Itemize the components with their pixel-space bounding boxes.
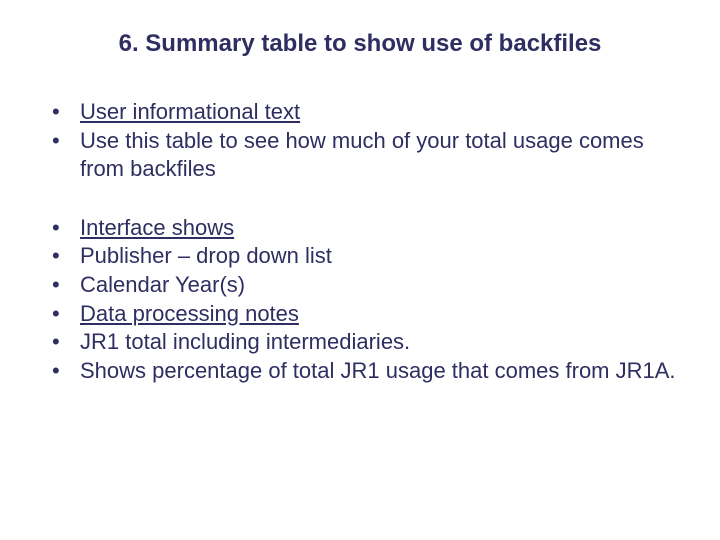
bullet-text: Interface shows [80, 215, 234, 240]
bullet-text: Use this table to see how much of your t… [80, 128, 644, 182]
bullet-item: Shows percentage of total JR1 usage that… [40, 357, 680, 386]
bullet-text: Calendar Year(s) [80, 272, 245, 297]
bullet-text: User informational text [80, 99, 300, 124]
spacer [40, 184, 680, 214]
slide-title: 6. Summary table to show use of backfile… [40, 30, 680, 58]
bullet-group-1: User informational text Use this table t… [40, 98, 680, 184]
bullet-item: Calendar Year(s) [40, 271, 680, 300]
bullet-text: Data processing notes [80, 301, 299, 326]
bullet-text: JR1 total including intermediaries. [80, 329, 410, 354]
bullet-item: User informational text [40, 98, 680, 127]
bullet-text: Shows percentage of total JR1 usage that… [80, 358, 676, 383]
bullet-item: Data processing notes [40, 300, 680, 329]
bullet-item: Interface shows [40, 214, 680, 243]
slide: 6. Summary table to show use of backfile… [0, 0, 720, 540]
bullet-item: JR1 total including intermediaries. [40, 328, 680, 357]
bullet-item: Publisher – drop down list [40, 242, 680, 271]
bullet-group-2: Interface shows Publisher – drop down li… [40, 214, 680, 386]
bullet-text: Publisher – drop down list [80, 243, 332, 268]
bullet-item: Use this table to see how much of your t… [40, 127, 680, 184]
